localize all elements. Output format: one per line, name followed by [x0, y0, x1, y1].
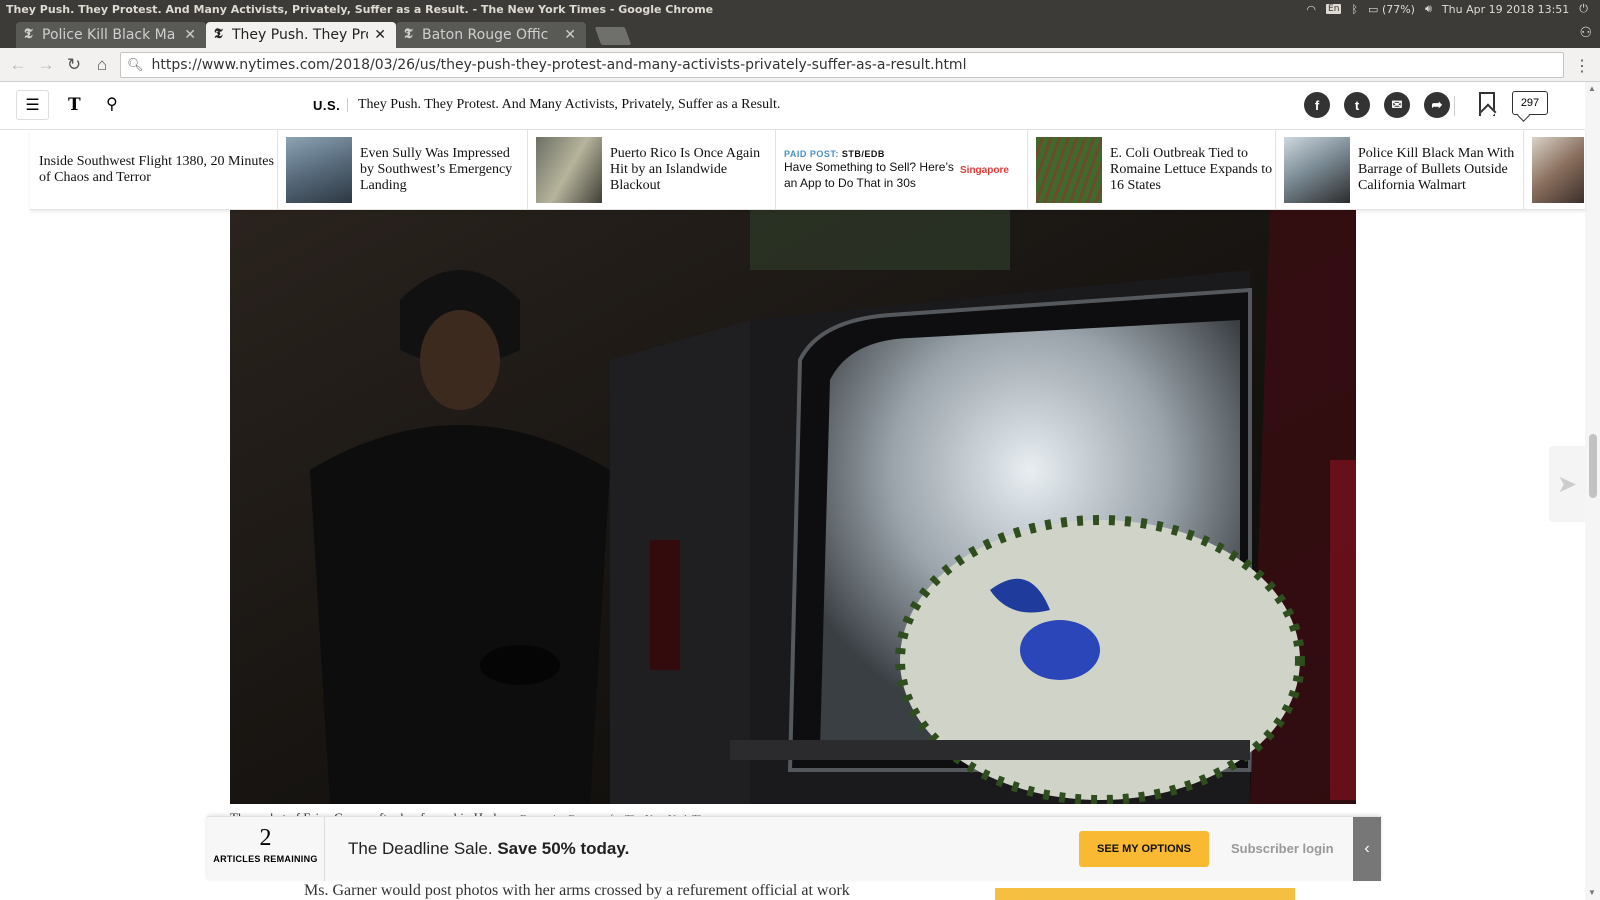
url-text: https://www.nytimes.com/2018/03/26/us/th…	[151, 57, 967, 73]
ribbon-item[interactable]: Police Kill Black Man With Barrage of Bu…	[1276, 130, 1524, 210]
ribbon-headline: E. Coli Outbreak Tied to Romaine Lettuce…	[1110, 146, 1273, 193]
paid-post-item[interactable]: PAID POST: STB/EDB Have Something to Sel…	[776, 130, 1028, 210]
share-icon[interactable]: ➦	[1424, 92, 1450, 118]
tab-label: Police Kill Black Ma	[42, 27, 176, 43]
ribbon-thumbnail	[536, 137, 602, 203]
battery-indicator[interactable]: ▭ (77%)	[1368, 3, 1415, 16]
ribbon-item[interactable]: E. Coli Outbreak Tied to Romaine Lettuce…	[1028, 130, 1276, 210]
volume-icon[interactable]: 🔊︎	[1425, 2, 1432, 16]
home-icon[interactable]: ⌂	[88, 55, 116, 75]
header-headline: They Push. They Protest. And Many Activi…	[358, 97, 781, 112]
sale-message-bold: Save 50% today.	[497, 839, 630, 858]
article-body-text: Ms. Garner would post photos with her ar…	[304, 882, 850, 899]
tab-label: Baton Rouge Offic	[422, 27, 549, 43]
os-top-bar: They Push. They Protest. And Many Activi…	[0, 0, 1600, 18]
arrow-right-icon: ➤	[1556, 470, 1578, 498]
related-articles-ribbon: Inside Southwest Flight 1380, 20 Minutes…	[30, 130, 1585, 210]
subscriber-login-link[interactable]: Subscriber login	[1231, 841, 1334, 856]
paywall-meter-bar: 2 ARTICLES REMAINING The Deadline Sale. …	[207, 816, 1381, 881]
tab-police-kill[interactable]: 𝕿 Police Kill Black Ma ✕	[16, 22, 206, 48]
system-tray: ◠ En ᛒ ▭ (77%) 🔊︎ Thu Apr 19 2018 13:51 …	[1306, 2, 1600, 16]
wifi-icon[interactable]: ◠	[1306, 3, 1316, 16]
browser-tab-strip: 𝕿 Police Kill Black Ma ✕ 𝕿 They Push. Th…	[0, 18, 1600, 48]
twitter-icon[interactable]: t	[1344, 92, 1370, 118]
ribbon-headline: Have Something to Sell? Here’s an App to…	[784, 160, 954, 190]
articles-remaining-count: 2	[259, 825, 272, 851]
keyboard-layout-indicator[interactable]: En	[1326, 4, 1342, 14]
paid-post-label: PAID POST: STB/EDB	[784, 149, 885, 159]
comments-button[interactable]: 297	[1512, 91, 1548, 115]
ribbon-thumbnail	[1284, 137, 1350, 203]
nyt-article-page: ☰ T ⚲ U.S. They Push. They Protest. And …	[0, 82, 1600, 900]
reload-icon[interactable]: ↻	[60, 55, 88, 75]
hamburger-icon: ☰	[25, 97, 40, 114]
close-icon[interactable]: ✕	[564, 27, 576, 43]
advertisement[interactable]	[995, 888, 1295, 900]
close-icon[interactable]: ✕	[374, 27, 386, 43]
ribbon-item[interactable]: Puerto Rico Is Once Again Hit by an Isla…	[528, 130, 776, 210]
battery-percentage: (77%)	[1381, 2, 1415, 16]
divider	[347, 98, 348, 112]
ribbon-headline: Even Sully Was Impressed by Southwest’s …	[360, 146, 513, 193]
search-icon: 🔍︎	[127, 57, 144, 73]
forward-icon[interactable]: →	[32, 55, 60, 75]
tab-baton-rouge[interactable]: 𝕿 Baton Rouge Offic ✕	[396, 22, 586, 48]
browser-toolbar: ← → ↻ ⌂ 🔍︎ https://www.nytimes.com/2018/…	[0, 48, 1600, 82]
incognito-icon: ⚇	[1579, 24, 1592, 40]
divider	[1454, 96, 1455, 116]
bluetooth-icon[interactable]: ᛒ	[1351, 3, 1358, 16]
nyt-favicon-icon: 𝕿	[404, 26, 413, 42]
nyt-logo[interactable]: T	[68, 95, 81, 115]
bookmark-icon[interactable]	[1479, 92, 1495, 116]
clock[interactable]: Thu Apr 19 2018 13:51	[1442, 3, 1569, 16]
comment-count: 297	[1520, 97, 1540, 109]
ribbon-thumbnail	[1532, 137, 1584, 203]
section-link[interactable]: U.S.	[313, 98, 340, 113]
article-photo	[230, 210, 1356, 804]
ribbon-headline: Inside Southwest Flight 1380, 20 Minutes…	[39, 154, 274, 185]
close-icon[interactable]: ✕	[184, 27, 196, 43]
sale-message-plain: The Deadline Sale.	[348, 839, 493, 858]
browser-menu-icon[interactable]: ⋮	[1574, 56, 1590, 76]
battery-icon: ▭	[1368, 2, 1379, 16]
sale-message: The Deadline Sale. Save 50% today.	[348, 839, 629, 859]
facebook-icon[interactable]: f	[1304, 92, 1330, 118]
tab-label: They Push. They Pro	[232, 27, 369, 43]
window-title: They Push. They Protest. And Many Activi…	[6, 2, 714, 16]
tab-they-push[interactable]: 𝕿 They Push. They Pro ✕	[206, 22, 396, 48]
address-bar[interactable]: 🔍︎ https://www.nytimes.com/2018/03/26/us…	[120, 52, 1564, 78]
scroll-down-icon[interactable]: ▼	[1588, 888, 1596, 897]
email-icon[interactable]: ✉	[1384, 92, 1410, 118]
menu-button[interactable]: ☰	[16, 90, 49, 120]
singapore-logo: Singapore	[960, 164, 1009, 176]
ribbon-item[interactable]: Inside Southwest Flight 1380, 20 Minutes…	[30, 130, 278, 210]
power-icon[interactable]: ⏻	[1579, 2, 1588, 16]
search-icon[interactable]: ⚲	[106, 94, 118, 114]
next-article-button[interactable]: ➤	[1549, 446, 1585, 522]
back-icon[interactable]: ←	[4, 55, 32, 75]
chevron-left-icon: ‹	[1364, 840, 1370, 857]
collapse-meter-button[interactable]: ‹	[1353, 817, 1381, 881]
ribbon-item[interactable]: Even Sully Was Impressed by Southwest’s …	[278, 130, 528, 210]
nyt-favicon-icon: 𝕿	[24, 26, 33, 42]
ribbon-headline: Puerto Rico Is Once Again Hit by an Isla…	[610, 146, 761, 193]
articles-remaining: 2 ARTICLES REMAINING	[207, 817, 325, 881]
scrollbar-thumb[interactable]	[1589, 434, 1597, 498]
articles-remaining-label: ARTICLES REMAINING	[213, 854, 318, 864]
nyt-favicon-icon: 𝕿	[214, 26, 223, 42]
ribbon-thumbnail	[1036, 137, 1102, 203]
ribbon-item[interactable]	[1524, 130, 1585, 210]
see-my-options-button[interactable]: SEE MY OPTIONS	[1079, 831, 1209, 867]
scroll-up-icon[interactable]: ▲	[1588, 84, 1596, 93]
photo-illustration	[230, 210, 1356, 804]
ribbon-headline: Police Kill Black Man With Barrage of Bu…	[1358, 146, 1515, 193]
new-tab-button[interactable]	[594, 27, 632, 45]
ribbon-thumbnail	[286, 137, 352, 203]
nyt-header: ☰ T ⚲ U.S. They Push. They Protest. And …	[0, 82, 1585, 130]
